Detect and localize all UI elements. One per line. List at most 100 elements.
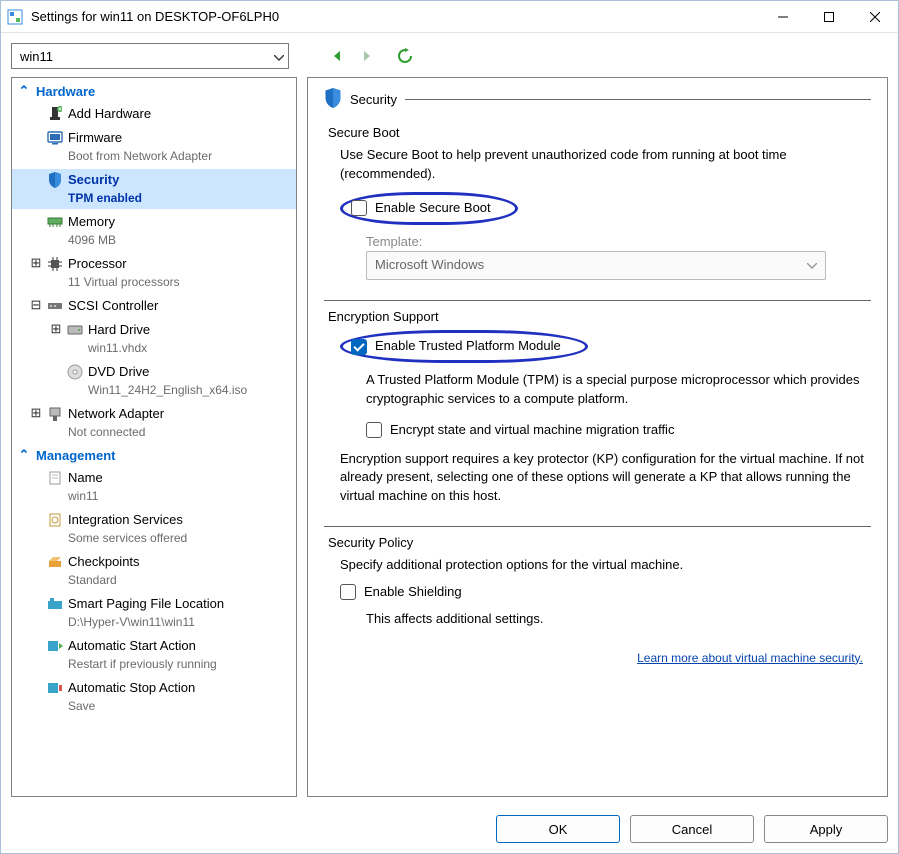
enable-tpm-label: Enable Trusted Platform Module bbox=[375, 337, 561, 356]
hardware-category-header[interactable]: ⌃ Hardware bbox=[12, 80, 296, 102]
shield-icon bbox=[46, 171, 64, 189]
checkpoints-icon bbox=[46, 553, 64, 571]
sidebar-item-label: Network Adapter bbox=[68, 405, 164, 423]
settings-sidebar[interactable]: ⌃ Hardware Add Hardware bbox=[11, 77, 297, 797]
vm-selector[interactable]: win11 bbox=[11, 43, 289, 69]
memory-icon bbox=[46, 213, 64, 231]
auto-stop-icon bbox=[46, 679, 64, 697]
expander-icon[interactable]: ⊞ bbox=[30, 255, 42, 271]
vm-selector-value: win11 bbox=[20, 49, 53, 64]
separator bbox=[324, 300, 871, 301]
secure-boot-callout: Enable Secure Boot bbox=[340, 192, 518, 225]
sidebar-item-sublabel: Not connected bbox=[68, 423, 164, 441]
top-toolbar: win11 bbox=[11, 43, 888, 69]
sidebar-item-label: Checkpoints bbox=[68, 553, 140, 571]
separator bbox=[324, 526, 871, 527]
security-policy-heading: Security Policy bbox=[328, 535, 871, 550]
enable-secure-boot-label: Enable Secure Boot bbox=[375, 199, 491, 218]
sidebar-item-processor[interactable]: ⊞ Processor 11 Virtual processors bbox=[12, 253, 296, 293]
shield-icon bbox=[324, 88, 342, 111]
encrypt-traffic-label: Encrypt state and virtual machine migrat… bbox=[390, 421, 674, 440]
main-title: Security bbox=[350, 92, 397, 107]
refresh-button[interactable] bbox=[395, 46, 415, 66]
hardware-header-label: Hardware bbox=[36, 84, 95, 99]
sidebar-item-smart-paging[interactable]: Smart Paging File Location D:\Hyper-V\wi… bbox=[12, 593, 296, 633]
sidebar-item-security[interactable]: Security TPM enabled bbox=[12, 169, 296, 209]
sidebar-item-sublabel: Boot from Network Adapter bbox=[68, 147, 212, 165]
sidebar-item-sublabel: win11 bbox=[68, 487, 103, 505]
firmware-icon bbox=[46, 129, 64, 147]
sidebar-item-sublabel: Some services offered bbox=[68, 529, 187, 547]
nav-forward-button[interactable] bbox=[357, 46, 377, 66]
expander-icon[interactable]: ⊟ bbox=[30, 297, 42, 313]
chevron-down-icon bbox=[807, 256, 817, 275]
sidebar-item-sublabel: D:\Hyper-V\win11\win11 bbox=[68, 613, 224, 631]
minimize-button[interactable] bbox=[760, 1, 806, 33]
processor-icon bbox=[46, 255, 64, 273]
ok-button[interactable]: OK bbox=[496, 815, 620, 843]
sidebar-item-sublabel: 11 Virtual processors bbox=[68, 273, 180, 291]
sidebar-item-label: Name bbox=[68, 469, 103, 487]
sidebar-item-label: DVD Drive bbox=[88, 363, 247, 381]
expander-icon[interactable]: ⊞ bbox=[30, 405, 42, 421]
sidebar-item-sublabel: Restart if previously running bbox=[68, 655, 217, 673]
learn-more-link[interactable]: Learn more about virtual machine securit… bbox=[637, 651, 863, 665]
sidebar-item-label: Hard Drive bbox=[88, 321, 150, 339]
main-panel: Security Secure Boot Use Secure Boot to … bbox=[307, 77, 888, 797]
sidebar-item-sublabel: win11.vhdx bbox=[88, 339, 150, 357]
close-button[interactable] bbox=[852, 1, 898, 33]
template-value: Microsoft Windows bbox=[375, 256, 484, 275]
kp-description: Encryption support requires a key protec… bbox=[340, 450, 865, 507]
sidebar-item-label: Memory bbox=[68, 213, 116, 231]
app-icon bbox=[7, 9, 23, 25]
sidebar-item-add-hardware[interactable]: Add Hardware bbox=[12, 103, 296, 125]
expander-icon[interactable]: ⊞ bbox=[50, 321, 62, 337]
encrypt-traffic-checkbox[interactable] bbox=[366, 422, 382, 438]
management-category-header[interactable]: ⌃ Management bbox=[12, 444, 296, 466]
main-panel-header: Security bbox=[324, 88, 871, 111]
management-header-label: Management bbox=[36, 448, 115, 463]
sidebar-item-label: SCSI Controller bbox=[68, 297, 158, 315]
nav-back-button[interactable] bbox=[327, 46, 347, 66]
shielding-note: This affects additional settings. bbox=[340, 610, 865, 629]
sidebar-item-sublabel: Save bbox=[68, 697, 195, 715]
maximize-button[interactable] bbox=[806, 1, 852, 33]
name-tag-icon bbox=[46, 469, 64, 487]
sidebar-item-scsi-controller[interactable]: ⊟ SCSI Controller bbox=[12, 295, 296, 317]
enable-secure-boot-checkbox[interactable] bbox=[351, 200, 367, 216]
sidebar-item-label: Integration Services bbox=[68, 511, 187, 529]
sidebar-item-auto-stop[interactable]: Automatic Stop Action Save bbox=[12, 677, 296, 717]
dvd-icon bbox=[66, 363, 84, 381]
sidebar-item-dvd-drive[interactable]: DVD Drive Win11_24H2_English_x64.iso bbox=[12, 361, 296, 401]
secure-boot-heading: Secure Boot bbox=[328, 125, 871, 140]
enable-tpm-checkbox[interactable] bbox=[351, 339, 367, 355]
enable-shielding-label: Enable Shielding bbox=[364, 583, 462, 602]
security-policy-description: Specify additional protection options fo… bbox=[340, 556, 865, 575]
sidebar-item-label: Add Hardware bbox=[68, 105, 151, 123]
titlebar: Settings for win11 on DESKTOP-OF6LPH0 bbox=[1, 1, 898, 33]
sidebar-item-integration-services[interactable]: Integration Services Some services offer… bbox=[12, 509, 296, 549]
controller-icon bbox=[46, 297, 64, 315]
sidebar-item-name[interactable]: Name win11 bbox=[12, 467, 296, 507]
collapse-glyph-icon: ⌃ bbox=[18, 83, 30, 99]
secure-boot-description: Use Secure Boot to help prevent unauthor… bbox=[340, 146, 865, 184]
hard-drive-icon bbox=[66, 321, 84, 339]
paging-icon bbox=[46, 595, 64, 613]
cancel-button[interactable]: Cancel bbox=[630, 815, 754, 843]
sidebar-item-hard-drive[interactable]: ⊞ Hard Drive win11.vhdx bbox=[12, 319, 296, 359]
sidebar-item-sublabel: Win11_24H2_English_x64.iso bbox=[88, 381, 247, 399]
enable-shielding-checkbox[interactable] bbox=[340, 584, 356, 600]
sidebar-item-sublabel: 4096 MB bbox=[68, 231, 116, 249]
sidebar-item-label: Automatic Stop Action bbox=[68, 679, 195, 697]
sidebar-item-checkpoints[interactable]: Checkpoints Standard bbox=[12, 551, 296, 591]
sidebar-item-network-adapter[interactable]: ⊞ Network Adapter Not connected bbox=[12, 403, 296, 443]
template-select[interactable]: Microsoft Windows bbox=[366, 251, 826, 280]
sidebar-item-auto-start[interactable]: Automatic Start Action Restart if previo… bbox=[12, 635, 296, 675]
auto-start-icon bbox=[46, 637, 64, 655]
network-adapter-icon bbox=[46, 405, 64, 423]
sidebar-item-firmware[interactable]: Firmware Boot from Network Adapter bbox=[12, 127, 296, 167]
sidebar-item-memory[interactable]: Memory 4096 MB bbox=[12, 211, 296, 251]
sidebar-item-sublabel: TPM enabled bbox=[68, 189, 142, 207]
apply-button[interactable]: Apply bbox=[764, 815, 888, 843]
sidebar-item-sublabel: Standard bbox=[68, 571, 140, 589]
